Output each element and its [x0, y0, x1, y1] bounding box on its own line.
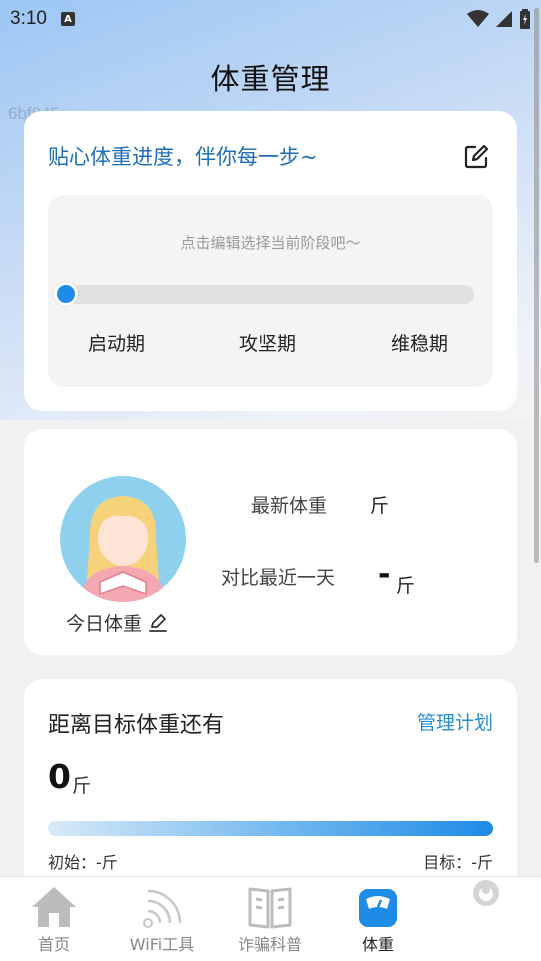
wifi-signal-icon	[467, 10, 489, 27]
latest-weight-unit: 斤	[370, 495, 390, 517]
mascot-icon	[473, 880, 499, 906]
tab-fraud-education-label: 诈骗科普	[237, 935, 302, 954]
progress-card: 贴心体重进度，伴你每一步~ 点击编辑选择当前阶段吧～ 启动期 攻坚期 维稳期	[24, 111, 517, 411]
weight-card: 今日体重 最新体重 斤 对比最近一天 - 斤	[24, 429, 517, 655]
avatar	[60, 476, 186, 602]
stage-label-attack[interactable]: 攻坚期	[239, 329, 296, 356]
goal-progress-bar	[48, 821, 493, 836]
goal-target-label: 目标：-斤	[423, 853, 493, 872]
wifi-icon	[143, 889, 182, 928]
progress-track	[58, 285, 474, 304]
status-bar: 3:10 A	[0, 0, 541, 38]
compare-value: -	[378, 557, 391, 592]
cell-signal-icon	[496, 11, 512, 27]
progress-knob[interactable]	[54, 282, 78, 306]
slogan-text: 贴心体重进度，伴你每一步~	[48, 145, 318, 169]
home-icon	[32, 887, 76, 927]
tab-wifi[interactable]: WiFi工具	[108, 877, 216, 961]
goal-card: 距离目标体重还有 管理计划 0 斤 初始：-斤 目标：-斤	[24, 679, 517, 879]
goal-title: 距离目标体重还有	[48, 713, 225, 738]
compare-unit: 斤	[396, 575, 416, 597]
stage-hint: 点击编辑选择当前阶段吧～	[180, 234, 361, 252]
tab-weight[interactable]: 体重	[324, 877, 432, 961]
stage-label-start[interactable]: 启动期	[88, 329, 145, 356]
status-time: 3:10	[10, 8, 47, 29]
tab-home-label: 首页	[37, 935, 70, 954]
tab-fraud-education[interactable]: 诈骗科普	[216, 877, 324, 961]
manage-plan-link[interactable]: 管理计划	[417, 708, 493, 735]
page-title: 体重管理	[210, 62, 331, 96]
notification-a-icon: A	[60, 12, 75, 26]
stage-selector[interactable]: 点击编辑选择当前阶段吧～ 启动期 攻坚期 维稳期	[48, 195, 493, 387]
tab-home[interactable]: 首页	[0, 877, 108, 961]
goal-remaining-value: 0	[48, 757, 71, 796]
edit-icon[interactable]	[463, 144, 489, 170]
bottom-tab-bar: 首页 WiFi工具 诈骗科普 体重	[0, 876, 541, 961]
latest-weight-label: 最新体重	[251, 495, 328, 517]
scrollbar-thumb[interactable]	[534, 8, 539, 563]
tab-wifi-label: WiFi工具	[129, 935, 195, 954]
goal-start-label: 初始：-斤	[48, 853, 118, 872]
pencil-icon	[149, 613, 167, 632]
compare-label: 对比最近一天	[221, 567, 336, 589]
today-weight-label: 今日体重	[66, 613, 143, 635]
battery-icon	[520, 9, 530, 29]
tab-weight-label: 体重	[361, 935, 394, 954]
stage-label-maintain[interactable]: 维稳期	[391, 329, 448, 356]
goal-remaining-unit: 斤	[72, 775, 92, 797]
today-weight-button[interactable]: 今日体重	[66, 609, 168, 636]
scale-icon	[359, 889, 397, 927]
book-icon	[248, 887, 292, 929]
